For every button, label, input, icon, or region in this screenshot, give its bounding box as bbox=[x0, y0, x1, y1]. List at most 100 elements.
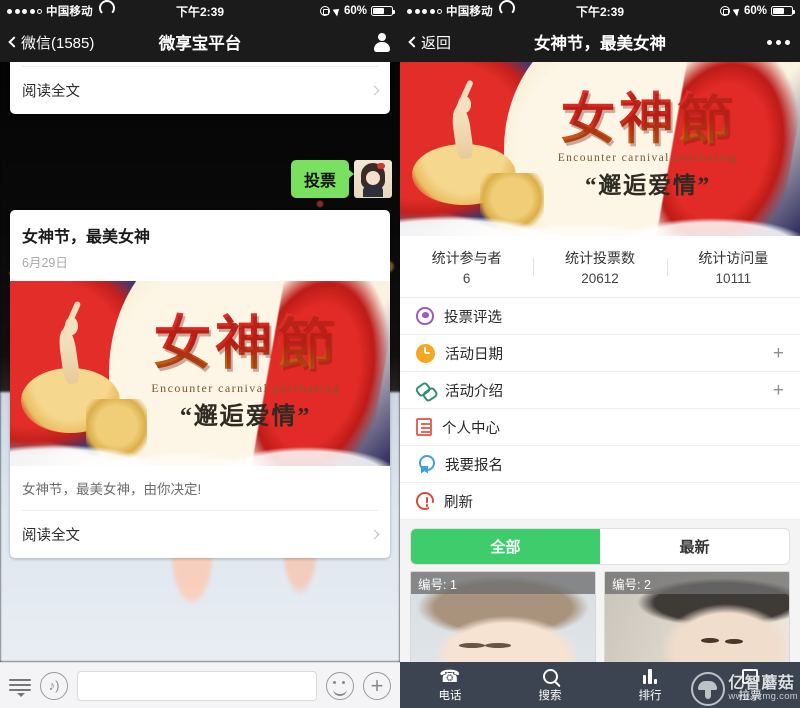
expand-toggle[interactable]: + bbox=[773, 381, 784, 400]
tabbar-item-ranking[interactable]: 排行 bbox=[600, 662, 700, 708]
message-input[interactable] bbox=[77, 670, 317, 701]
poster-title: 女神節 bbox=[128, 296, 364, 380]
entries-filter-tabs: 全部 最新 bbox=[410, 528, 790, 565]
right-status-bar: 中国移动 下午2:39 60% bbox=[400, 0, 800, 22]
status-bar-right: 60% bbox=[719, 5, 796, 17]
heart-vote-icon bbox=[416, 307, 434, 325]
stat-label: 统计访问量 bbox=[698, 249, 769, 266]
signal-strength-icon bbox=[407, 8, 442, 14]
contestant-card-1[interactable]: 编号: 1 bbox=[410, 571, 596, 662]
contestant-photo-grid: 编号: 1 编号: 2 bbox=[400, 571, 800, 662]
entries-filter-tabs-wrapper: 全部 最新 bbox=[400, 520, 800, 571]
stat-votes: 统计投票数 20612 bbox=[533, 248, 666, 286]
menu-item-signup[interactable]: 我要报名 bbox=[400, 446, 800, 483]
menu-item-label: 刷新 bbox=[444, 494, 473, 511]
contestant-card-2[interactable]: 编号: 2 bbox=[604, 571, 790, 662]
location-arrow-icon bbox=[732, 5, 742, 17]
location-arrow-icon bbox=[332, 5, 342, 17]
menu-item-date[interactable]: 活动日期 + bbox=[400, 335, 800, 372]
battery-percent-label: 60% bbox=[343, 5, 367, 17]
ranking-icon-wrap bbox=[642, 667, 658, 685]
chevron-right-icon bbox=[369, 529, 380, 540]
wifi-icon bbox=[99, 7, 111, 16]
search-icon bbox=[542, 668, 558, 684]
contact-person-icon bbox=[373, 32, 390, 52]
contact-info-button[interactable] bbox=[373, 32, 390, 52]
carrier-label: 中国移动 bbox=[446, 6, 493, 18]
chevron-left-icon bbox=[408, 36, 420, 48]
carrier-label: 中国移动 bbox=[46, 6, 93, 18]
poster-subtitle-cn: “邂逅爱情” bbox=[179, 403, 312, 430]
rotation-lock-icon bbox=[719, 6, 730, 16]
expand-toggle[interactable]: + bbox=[773, 344, 784, 363]
tabbar-label: 电话 bbox=[438, 690, 462, 702]
menu-item-profile[interactable]: 个人中心 bbox=[400, 409, 800, 446]
right-nav-bar: 返回 女神节，最美女神 bbox=[400, 22, 800, 62]
menu-item-vote[interactable]: 投票评选 bbox=[400, 298, 800, 335]
user-avatar[interactable] bbox=[354, 160, 392, 198]
right-page-title: 女神节，最美女神 bbox=[534, 35, 666, 53]
statistics-row: 统计参与者 6 统计投票数 20612 统计访问量 10111 bbox=[400, 236, 800, 298]
refresh-icon bbox=[416, 492, 434, 510]
banner-subtitle-en: Encounter carnival purchasing bbox=[557, 152, 739, 165]
search-icon-wrap bbox=[542, 667, 558, 685]
tabbar-label: 排行 bbox=[638, 690, 662, 702]
battery-icon bbox=[371, 6, 396, 16]
wifi-icon bbox=[499, 7, 511, 16]
more-ellipsis-icon bbox=[767, 39, 790, 45]
back-to-wechat-button[interactable]: 微信(1585) bbox=[8, 32, 95, 53]
clock-icon bbox=[416, 343, 435, 363]
banner-title: 女神節 bbox=[524, 74, 772, 154]
tab-newest[interactable]: 最新 bbox=[600, 529, 789, 564]
article-date: 6月29日 bbox=[22, 256, 68, 270]
previous-article-card[interactable]: 阅读全文 bbox=[10, 62, 390, 114]
stat-label: 统计投票数 bbox=[564, 249, 635, 266]
tabbar-item-search[interactable]: 搜索 bbox=[500, 662, 600, 708]
banner-subtitle-cn: “邂逅爱情” bbox=[584, 173, 712, 199]
read-more-row-top[interactable]: 阅读全文 bbox=[10, 67, 390, 114]
signal-strength-icon bbox=[7, 8, 42, 14]
article-title: 女神节，最美女神 bbox=[22, 229, 151, 246]
contestant-number-label: 编号: 2 bbox=[605, 572, 789, 594]
menu-item-label: 活动介绍 bbox=[445, 383, 503, 400]
dual-screenshot-container: 中国移动 下午2:39 60% 微信(1585) 微享宝平台 阅读全文 投票 女… bbox=[0, 0, 800, 708]
activity-content: 女神節 Encounter carnival purchasing “邂逅爱情”… bbox=[400, 62, 800, 662]
battery-icon bbox=[771, 6, 796, 16]
menu-item-label: 我要报名 bbox=[445, 457, 503, 474]
activity-banner-image: 女神節 Encounter carnival purchasing “邂逅爱情” bbox=[400, 62, 800, 236]
phone-icon: ☎ bbox=[439, 666, 461, 686]
voice-message-icon[interactable]: ♪) bbox=[40, 671, 68, 700]
tabbar-item-phone[interactable]: ☎ 电话 bbox=[400, 662, 500, 708]
battery-percent-label: 60% bbox=[743, 5, 767, 17]
menu-item-intro[interactable]: 活动介绍 + bbox=[400, 372, 800, 409]
keyboard-menu-icon[interactable] bbox=[9, 677, 31, 697]
tabbar-item-solicit-votes[interactable]: 拉票 bbox=[700, 662, 800, 708]
more-options-button[interactable] bbox=[767, 39, 790, 45]
back-button-label: 微信(1585) bbox=[21, 34, 95, 52]
bottom-tab-bar: ☎ 电话 搜索 排行 拉票 bbox=[400, 662, 800, 708]
plus-icon[interactable]: + bbox=[363, 671, 391, 700]
poster-subtitle-en: Encounter carnival purchasing bbox=[151, 380, 340, 395]
stat-value: 6 bbox=[462, 270, 471, 286]
activity-menu-list: 投票评选 活动日期 + 活动介绍 + 个人中心 我要报名 刷新 bbox=[400, 298, 800, 520]
message-bubble[interactable]: 投票 bbox=[290, 160, 355, 198]
solicit-votes-icon bbox=[742, 668, 758, 684]
back-button[interactable]: 返回 bbox=[408, 32, 451, 53]
menu-item-refresh[interactable]: 刷新 bbox=[400, 483, 800, 520]
article-description: 女神节，最美女神，由你决定! bbox=[22, 482, 202, 497]
stat-value: 20612 bbox=[581, 270, 619, 286]
ticket-icon-wrap bbox=[742, 667, 758, 685]
contestant-number-label: 编号: 1 bbox=[411, 572, 595, 594]
read-more-row-bottom[interactable]: 阅读全文 bbox=[10, 511, 390, 558]
chat-input-bar: ♪) + bbox=[0, 662, 400, 708]
smiley-face-icon[interactable] bbox=[326, 671, 354, 700]
shared-article-card[interactable]: 女神节，最美女神 6月29日 女神節 Encounter carnival pu… bbox=[10, 210, 390, 558]
chevron-left-icon bbox=[8, 36, 20, 48]
ranking-bars-icon bbox=[642, 668, 658, 684]
stat-visits: 统计访问量 10111 bbox=[666, 248, 800, 286]
menu-item-label: 投票评选 bbox=[444, 309, 502, 326]
tab-all[interactable]: 全部 bbox=[411, 529, 600, 564]
status-bar-right: 60% bbox=[319, 5, 396, 17]
chat-message-list[interactable]: 阅读全文 下午2:39 投票 女神节，最美女神 6月29日 bbox=[0, 62, 400, 662]
stat-value: 10111 bbox=[715, 270, 752, 286]
